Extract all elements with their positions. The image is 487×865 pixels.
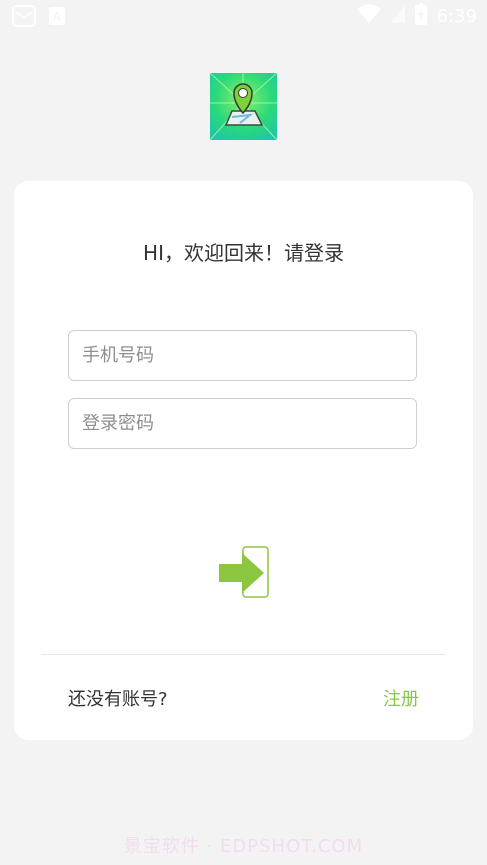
arrow-login-icon [219,546,269,598]
wifi-icon [356,4,381,28]
greeting-title: HI，欢迎回来！请登录 [143,241,344,265]
svg-text:A: A [53,10,62,24]
login-card: HI，欢迎回来！请登录 还没有账号? 注册 [14,181,473,740]
status-bar: A 6:39 [0,0,487,32]
app-logo [209,72,278,141]
battery-icon [414,3,427,29]
watermark: 景宝软件 · EDPSHOT.COM [123,836,364,857]
phone-input[interactable] [68,330,417,381]
status-time: 6:39 [436,5,477,27]
divider [41,654,446,655]
password-input[interactable] [68,398,417,449]
mail-icon [12,5,36,31]
register-link[interactable]: 注册 [383,685,419,711]
notification-a-icon: A [49,7,65,29]
no-account-text: 还没有账号? [68,689,168,710]
signal-icon [390,5,405,27]
login-button[interactable] [217,545,273,601]
